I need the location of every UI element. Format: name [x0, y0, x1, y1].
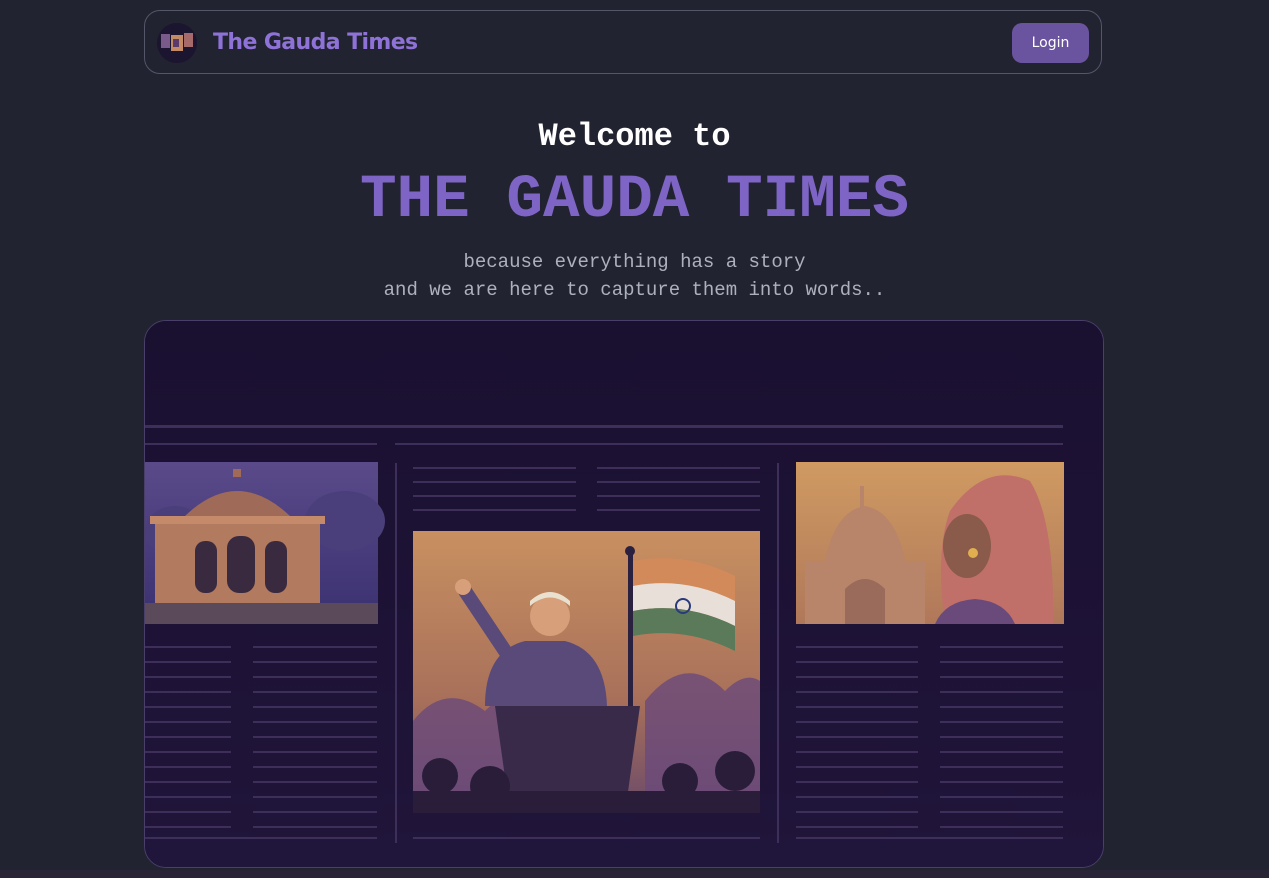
tagline-line-1: because everything has a story	[463, 251, 806, 273]
hero-banner	[144, 320, 1104, 868]
brand-name[interactable]: The Gauda Times	[213, 25, 418, 61]
woman-with-taj-mahal-icon	[796, 462, 1064, 624]
login-button[interactable]: Login	[1012, 23, 1089, 63]
site-title: THE GAUDA TIMES	[359, 166, 910, 235]
footer-edge	[0, 870, 1269, 878]
tagline-line-2: and we are here to capture them into wor…	[383, 279, 886, 301]
temple-ruins-icon	[145, 462, 385, 624]
speaker-with-flag-icon	[413, 531, 760, 813]
gauda-times-logo-icon[interactable]	[157, 23, 197, 63]
welcome-heading: Welcome to	[538, 118, 731, 155]
newspaper-collage-illustration	[145, 321, 1103, 867]
navbar: The Gauda Times Login	[144, 10, 1102, 74]
